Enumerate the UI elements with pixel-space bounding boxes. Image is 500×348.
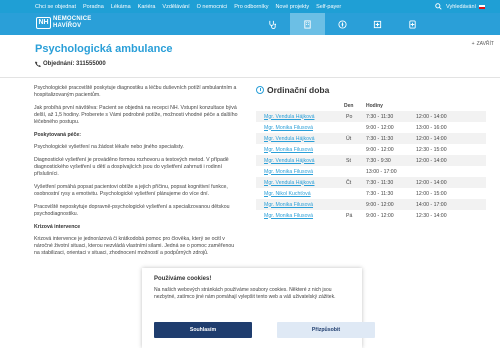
search-label[interactable]: Vyhledávání [446, 4, 476, 10]
hours-cell: 12:00 - 14:00 [416, 157, 447, 164]
building-icon[interactable] [290, 13, 325, 35]
table-row: Mgr. Vendula Hájková Čt 7:30 - 11:30 12:00 … [256, 177, 486, 188]
header-tiles [255, 13, 430, 35]
customize-button[interactable]: Přizpůsobit [277, 322, 375, 338]
cookie-text: Na našich webových stránkách používáme s… [154, 287, 336, 300]
doctor-link[interactable]: Mgr. Vendula Hájková [264, 114, 314, 120]
referral-text: Psychologické vyšetření na žádost lékaře… [34, 144, 184, 150]
intro-text: Psychologické pracoviště poskytuje diagn… [34, 85, 237, 98]
close-button[interactable]: + ZAVŘÍT [472, 41, 494, 47]
table-row: Mgr. Monika Filusová 9:00 - 12:00 12:30 - … [256, 144, 486, 155]
hours-table-header: Den Hodiny [256, 103, 486, 111]
day-cell: St [346, 157, 351, 164]
table-row: Mgr. Monika Filusová Pá 9:00 - 12:00 12:30 … [256, 210, 486, 221]
hours-cell: 7:30 - 11:30 [366, 190, 394, 197]
description-column: Psychologické pracoviště poskytuje diagn… [34, 85, 240, 263]
col-day-header: Den [344, 103, 354, 109]
page-title: Psychologická ambulance [35, 43, 173, 55]
hours-cell: 9:00 - 12:00 [366, 201, 394, 208]
table-row: Mgr. Vendula Hájková Út 7:30 - 11:30 12:00 … [256, 133, 486, 144]
exam-text: Vyšetření pomáhá popsat pacientovi obtíž… [34, 184, 228, 197]
logo-text: NEMOCNICE HAVÍŘOV [53, 16, 92, 29]
divider [0, 77, 500, 78]
nav-link[interactable]: Kariéra [138, 4, 156, 10]
plus-icon: + [471, 41, 475, 47]
close-label: ZAVŘÍT [476, 41, 494, 47]
hours-cell: 7:30 - 11:30 [366, 135, 394, 142]
hours-cell: 12:00 - 15:00 [416, 190, 447, 197]
diagnostic-text: Diagnostické vyšetření je prováděno form… [34, 157, 229, 177]
logo-mark-icon: NH [36, 16, 51, 29]
doctor-link[interactable]: Mgr. Monika Filusová [264, 202, 313, 208]
hospital-icon[interactable] [360, 13, 395, 35]
nav-link[interactable]: Nové projekty [275, 4, 309, 10]
hours-cell: 12:30 - 15:00 [416, 146, 447, 153]
doctor-link[interactable]: Mgr. Monika Filusová [264, 169, 313, 175]
phone-icon [35, 61, 41, 67]
day-cell: Pá [346, 212, 353, 219]
nav-link[interactable]: O nemocnici [197, 4, 228, 10]
hours-cell: 12:00 - 14:00 [416, 179, 447, 186]
stethoscope-icon[interactable] [255, 13, 290, 35]
language-flag-icon[interactable] [479, 4, 486, 9]
doctor-link[interactable]: Mgr. Monika Filusová [264, 125, 313, 131]
crisis-text: Krizová intervence je jednorázová či krá… [34, 236, 235, 256]
hours-cell: 12:00 - 14:00 [416, 113, 447, 120]
col-hours-header: Hodiny [366, 103, 383, 109]
top-nav-bar: Chci se objednat Poradna Lékárna Kariéra Vzd… [0, 0, 500, 13]
exclusions-text: Pracoviště neposkytuje dopravně-psycholo… [34, 204, 230, 217]
nav-link[interactable]: Lékárna [111, 4, 131, 10]
doctor-link[interactable]: Mgr. Monika Filusová [264, 213, 313, 219]
office-hours-title: Ordinační doba [256, 85, 329, 95]
hours-cell: 7:30 - 11:30 [366, 113, 394, 120]
table-row: Mgr. Monika Filusová 9:00 - 12:00 14:00 - … [256, 199, 486, 210]
nav-link[interactable]: Chci se objednat [35, 4, 76, 10]
hours-cell: 9:00 - 12:00 [366, 146, 394, 153]
table-row: Mgr. Vendula Hájková St 7:30 - 9:30 12:00 -… [256, 155, 486, 166]
nav-link[interactable]: Self-payer [316, 4, 341, 10]
main-header: NH NEMOCNICE HAVÍŘOV [0, 13, 500, 35]
hours-cell: 12:00 - 14:00 [416, 135, 447, 142]
hours-cell: 7:30 - 11:30 [366, 179, 394, 186]
doctor-link[interactable]: Mgr. Monika Filusová [264, 147, 313, 153]
hours-cell: 13:00 - 16:00 [416, 124, 447, 131]
table-row: Mgr. Monika Filusová 9:00 - 12:00 13:00 - … [256, 122, 486, 133]
day-cell: Út [346, 135, 352, 142]
table-row: Mgr. Vendula Hájková Po 7:30 - 11:30 12:00 … [256, 111, 486, 122]
doctor-link[interactable]: Mgr. Vendula Hájková [264, 158, 314, 164]
clock-icon [256, 86, 264, 94]
hours-cell: 13:00 - 17:00 [366, 168, 397, 175]
hours-cell: 9:00 - 12:00 [366, 124, 394, 131]
crisis-heading: Krizová intervence [34, 224, 81, 230]
nav-link[interactable]: Vzdělávání [162, 4, 189, 10]
hours-table: Mgr. Vendula Hájková Po 7:30 - 11:30 12:00 … [256, 111, 486, 221]
hours-cell: 7:30 - 9:30 [366, 157, 391, 164]
doctor-link[interactable]: Mgr. Vendula Hájková [264, 136, 314, 142]
nav-link[interactable]: Pro odborníky [234, 4, 268, 10]
order-contact[interactable]: Objednání: 311555000 [35, 61, 106, 67]
compass-icon[interactable] [325, 13, 360, 35]
hours-cell: 9:00 - 12:00 [366, 212, 394, 219]
day-cell: Čt [346, 179, 352, 186]
top-nav-links: Chci se objednat Poradna Lékárna Kariéra Vzd… [0, 4, 341, 10]
hours-cell: 12:30 - 14:00 [416, 212, 447, 219]
hours-cell: 14:00 - 17:00 [416, 201, 447, 208]
logo[interactable]: NH NEMOCNICE HAVÍŘOV [36, 16, 91, 29]
nav-link[interactable]: Poradna [83, 4, 104, 10]
doctor-link[interactable]: Mgr. Nikol Kuchťová [264, 191, 311, 197]
order-id: Objednání: 311555000 [43, 61, 106, 67]
doctor-link[interactable]: Mgr. Vendula Hájková [264, 180, 314, 186]
care-heading: Poskytovaná péče: [34, 132, 81, 138]
first-visit-text: Jak probíhá první návštěva: Pacient se o… [34, 105, 238, 125]
table-row: Mgr. Nikol Kuchťová 7:30 - 11:30 12:00 - 1… [256, 188, 486, 199]
agree-button[interactable]: Souhlasím [154, 322, 252, 338]
cookie-banner: Používáme cookies! Na našich webových st… [142, 268, 375, 348]
search-icon[interactable] [434, 2, 443, 11]
day-cell: Po [346, 113, 353, 120]
table-row: Mgr. Monika Filusová 13:00 - 17:00 [256, 166, 486, 177]
cookie-title: Používáme cookies! [154, 276, 212, 282]
pharmacy-icon[interactable] [395, 13, 430, 35]
search-area[interactable]: Vyhledávání [434, 2, 494, 11]
